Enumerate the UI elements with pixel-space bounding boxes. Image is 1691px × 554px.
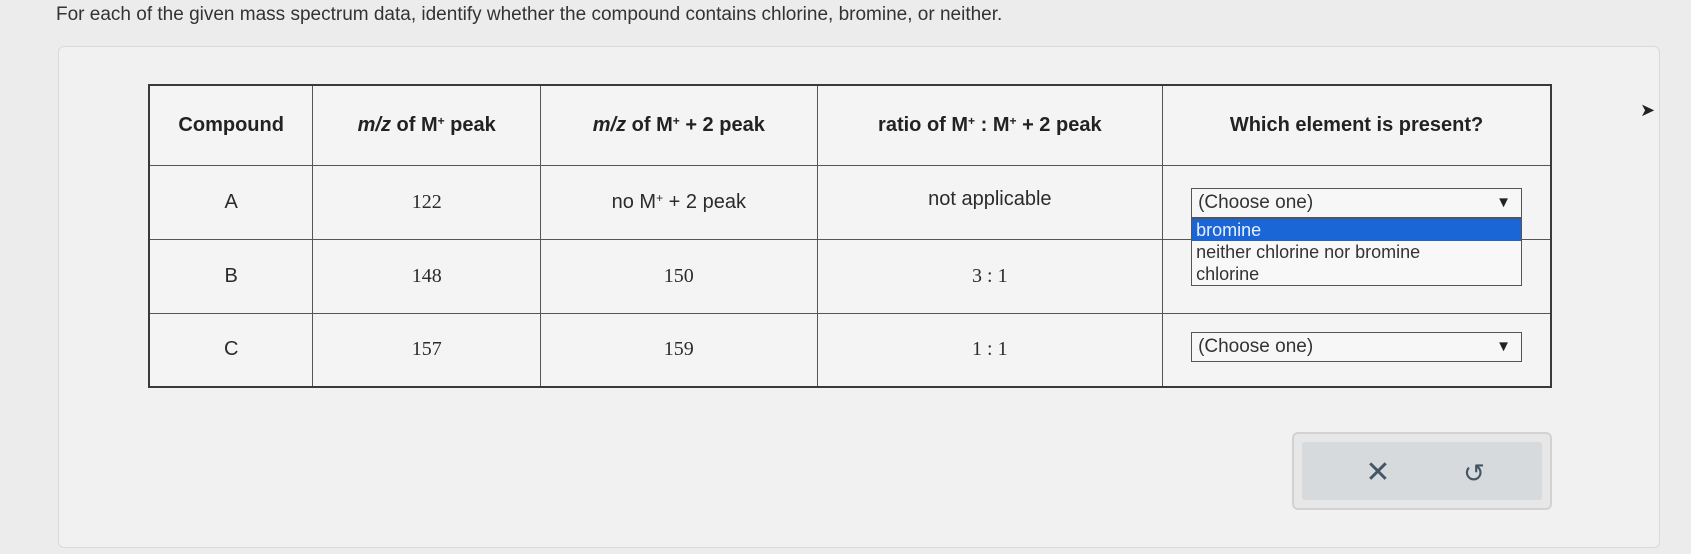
element-select-a[interactable]: (Choose one) ▼ — [1191, 187, 1522, 218]
select-value: (Choose one) — [1198, 335, 1314, 357]
close-icon: ✕ — [1365, 456, 1391, 489]
table-row: A 122 no M+ + 2 peak not applicable (Cho… — [148, 164, 1552, 286]
option-neither[interactable]: neither chlorine nor bromine — [1192, 241, 1521, 263]
cell-mz-m: 148 — [312, 238, 542, 314]
mouse-cursor-icon: ➤ — [1640, 100, 1656, 120]
cell-compound: C — [148, 312, 314, 388]
cell-compound: A — [148, 164, 314, 240]
question-prompt: For each of the given mass spectrum data… — [56, 4, 1003, 25]
cell-element: (Choose one) ▼ bromine neither chlorine … — [1162, 164, 1552, 286]
cell-compound: B — [148, 238, 314, 314]
header-mz-m2: m/z of M+ + 2 peak — [540, 84, 818, 166]
action-toolbar-inner: ✕ ↺ — [1302, 442, 1542, 500]
element-dropdown-menu: bromine neither chlorine nor bromine chl… — [1191, 217, 1522, 286]
cell-mz-m2: 159 — [540, 312, 818, 388]
dropdown-arrow-icon: ▼ — [1496, 193, 1511, 211]
cell-element: (Choose one) ▼ — [1162, 312, 1552, 388]
table-row: C 157 159 1 : 1 (Choose one) ▼ — [148, 312, 1552, 388]
action-toolbar: ✕ ↺ — [1292, 432, 1552, 510]
element-select-c[interactable]: (Choose one) ▼ — [1191, 331, 1522, 362]
undo-icon: ↺ — [1463, 458, 1485, 488]
cell-mz-m: 122 — [312, 164, 542, 240]
cell-ratio: not applicable — [816, 164, 1164, 240]
clear-button[interactable]: ✕ — [1358, 456, 1398, 492]
option-bromine[interactable]: bromine — [1192, 218, 1521, 241]
cell-mz-m: 157 — [312, 312, 542, 388]
cell-ratio: 1 : 1 — [816, 312, 1164, 388]
cell-mz-m2: 150 — [540, 238, 818, 314]
select-value: (Choose one) — [1198, 191, 1314, 213]
option-chlorine[interactable]: chlorine — [1192, 263, 1521, 285]
header-ratio: ratio of M+ : M+ + 2 peak — [816, 84, 1164, 166]
cell-mz-m2: no M+ + 2 peak — [540, 164, 818, 240]
table-header-row: Compound m/z of M+ peak m/z of M+ + 2 pe… — [148, 84, 1552, 166]
header-element: Which element is present? — [1162, 84, 1552, 166]
header-compound: Compound — [148, 84, 314, 166]
undo-button[interactable]: ↺ — [1454, 456, 1494, 492]
dropdown-arrow-icon: ▼ — [1496, 337, 1511, 355]
header-mz-m: m/z of M+ peak — [312, 84, 542, 166]
cell-ratio: 3 : 1 — [816, 238, 1164, 314]
mass-spectrum-table: Compound m/z of M+ peak m/z of M+ + 2 pe… — [148, 84, 1552, 388]
